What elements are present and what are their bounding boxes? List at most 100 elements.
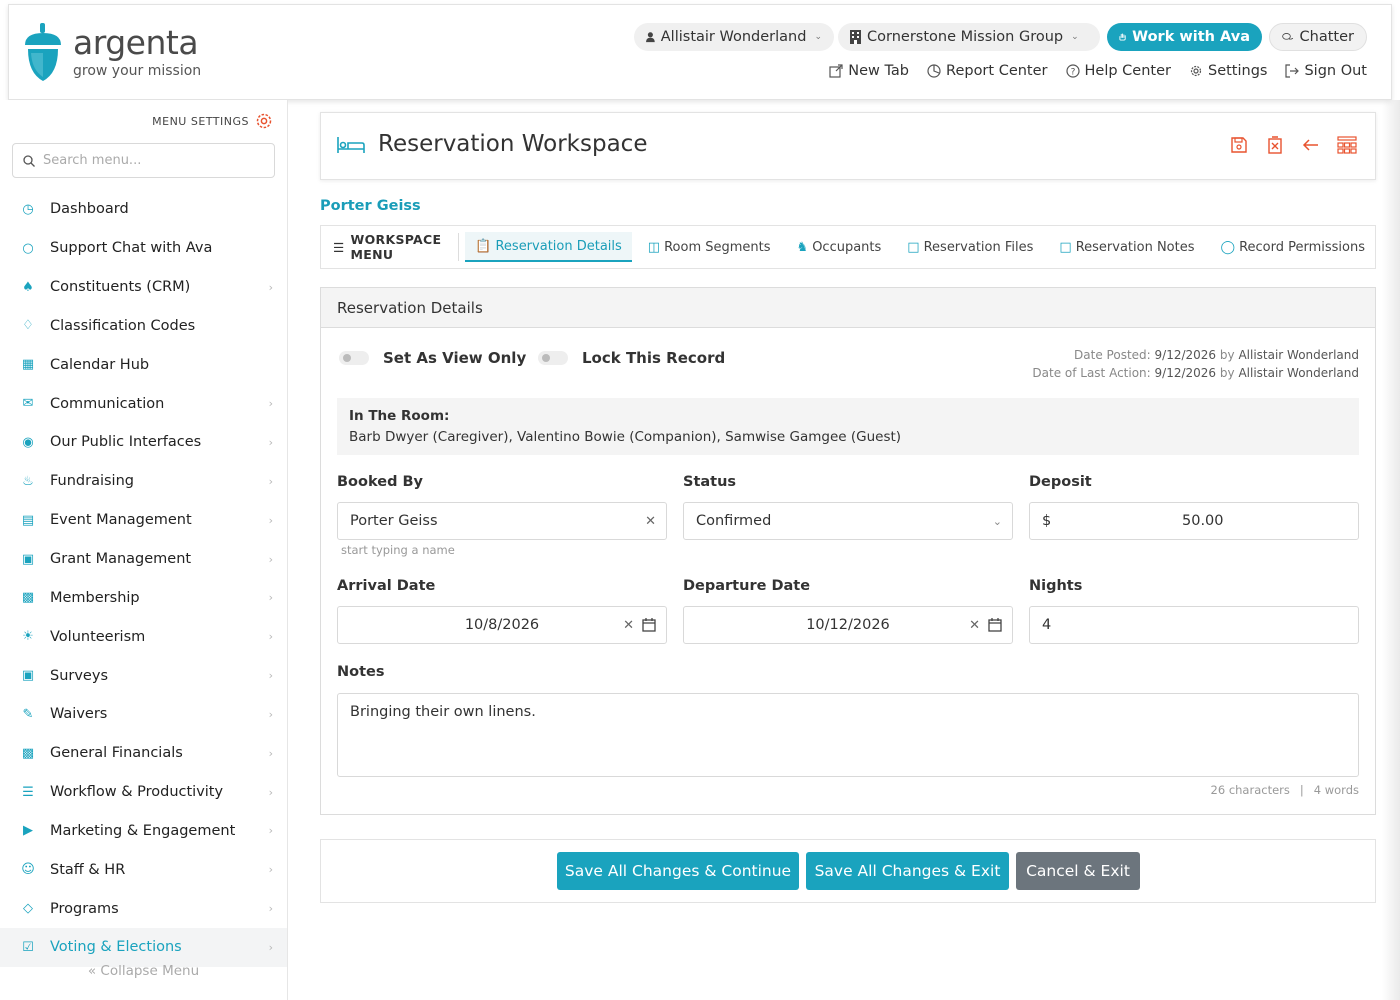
ballot-icon: ☑ [22,939,34,955]
calendar-icon: ▦ [21,357,35,373]
cancel-exit-button[interactable]: Cancel & Exit [1016,852,1140,890]
help-center-link[interactable]: ? Help Center [1065,63,1171,79]
delete-icon[interactable] [1265,135,1285,155]
workspace-menu-toggle[interactable]: ☰ WORKSPACE MENU [333,232,460,262]
clear-icon[interactable]: ✕ [623,618,634,633]
departure-date-input[interactable]: 10/12/2026 ✕ [683,606,1013,644]
chevron-right-icon: › [268,591,273,605]
list-check-icon: ☰ [22,784,34,800]
back-arrow-icon[interactable] [1301,135,1321,155]
sidebar-item-constituents-crm[interactable]: ♠ Constituents (CRM) › [0,268,287,307]
sidebar-item-programs[interactable]: ◇ Programs › [0,889,287,928]
sign-icon: ✎ [22,706,34,722]
new-tab-link[interactable]: New Tab [829,63,909,79]
tab-room-segments[interactable]: ◫ Room Segments [638,232,781,262]
top-header: argenta grow your mission Allistair Wond… [8,4,1392,100]
nights-input[interactable]: 4 [1029,606,1359,644]
reservation-details-card: Reservation Details Set As View Only Loc… [320,287,1376,815]
arrival-date-input[interactable]: 10/8/2026 ✕ [337,606,667,644]
sidebar-item-dashboard[interactable]: ◷ Dashboard [0,190,287,229]
sidebar-item-volunteerism[interactable]: ☀ Volunteerism › [0,617,287,656]
sidebar-item-surveys[interactable]: ▣ Surveys › [0,656,287,695]
view-only-toggle[interactable]: Set As View Only [339,349,526,367]
lock-record-toggle[interactable]: Lock This Record [538,349,725,367]
tab-reservation-files[interactable]: □ Reservation Files [897,232,1043,262]
sidebar-item-marketing-engagement[interactable]: ▶ Marketing & Engagement › [0,812,287,851]
chevron-right-icon: › [268,552,273,566]
org-name: Cornerstone Mission Group [867,29,1064,45]
calendar-icon[interactable] [642,618,656,632]
clear-icon[interactable]: ✕ [969,618,980,633]
top-links: New Tab Report Center ? Help Center Sett… [829,63,1367,79]
menu-search-input[interactable] [43,153,253,168]
acorn-icon [25,23,61,81]
work-with-ava-button[interactable]: Work with Ava [1107,23,1262,51]
sidebar-item-label: Waivers [50,706,108,723]
clipboard-icon: 📋 [475,238,492,254]
sidebar-item-label: Volunteerism [50,628,146,645]
sidebar-item-label: Dashboard [50,201,129,218]
settings-link[interactable]: Settings [1189,63,1267,79]
record-name-link[interactable]: Porter Geiss [320,198,421,214]
chevron-right-icon: › [268,397,273,411]
user-icon [646,32,655,43]
sidebar-item-workflow-productivity[interactable]: ☰ Workflow & Productivity › [0,773,287,812]
menu-settings-link[interactable]: MENU SETTINGS [152,112,273,130]
sidebar-item-voting-elections[interactable]: ☑ Voting & Elections › [0,928,287,967]
workspace-actions [1229,135,1357,155]
sign-out-link[interactable]: Sign Out [1285,63,1367,79]
notes-textarea[interactable]: Bringing their own linens. [337,693,1359,777]
toggle-switch[interactable] [339,351,369,365]
chevron-right-icon: › [268,824,273,838]
gear-icon [256,113,272,129]
tab-reservation-notes[interactable]: □ Reservation Notes [1049,232,1204,262]
grid-menu-icon[interactable] [1337,135,1357,155]
save-continue-button[interactable]: Save All Changes & Continue [557,852,799,890]
status-select[interactable]: Confirmed ⌄ [683,502,1013,540]
chevron-right-icon: › [268,785,273,799]
sidebar-item-support-chat-with-ava[interactable]: ○ Support Chat with Ava [0,229,287,268]
sidebar-item-waivers[interactable]: ✎ Waivers › [0,695,287,734]
tab-record-permissions[interactable]: ◯ Record Permissions [1211,232,1376,262]
menu-search[interactable] [12,143,275,178]
sidebar-item-label: Calendar Hub [50,356,150,373]
sidebar-item-grant-management[interactable]: ▣ Grant Management › [0,540,287,579]
svg-text:?: ? [1070,68,1075,78]
booked-by-input[interactable]: Porter Geiss ✕ [337,502,667,540]
clear-icon[interactable]: ✕ [645,514,656,529]
sidebar-item-communication[interactable]: ✉ Communication › [0,384,287,423]
chatter-button[interactable]: Chatter [1269,23,1367,51]
note-icon: □ [1059,239,1072,255]
sidebar-item-our-public-interfaces[interactable]: ◉ Our Public Interfaces › [0,423,287,462]
grant-icon: ▣ [21,551,35,567]
save-icon[interactable] [1229,135,1249,155]
toggle-switch[interactable] [538,351,568,365]
sidebar-item-staff-hr[interactable]: ☺ Staff & HR › [0,850,287,889]
sidebar-item-fundraising[interactable]: ♨ Fundraising › [0,462,287,501]
chevron-down-icon: ⌄ [814,32,822,42]
org-menu-pill[interactable]: Cornerstone Mission Group ⌄ [838,23,1100,51]
workspace-tabs: ☰ WORKSPACE MENU 📋 Reservation Details ◫… [320,225,1376,269]
hand-coin-icon: ♨ [22,473,34,489]
argenta-logo[interactable]: argenta grow your mission [23,21,223,87]
user-menu-pill[interactable]: Allistair Wonderland ⌄ [634,23,834,51]
user-name: Allistair Wonderland [660,29,807,45]
tab-reservation-details[interactable]: 📋 Reservation Details [465,232,632,262]
calendar-icon[interactable] [988,618,1002,632]
chevron-right-icon: › [268,669,273,683]
lock-icon: ◯ [1220,239,1236,255]
chevron-right-icon: › [268,280,273,294]
collapse-menu-button[interactable]: « Collapse Menu [0,963,287,979]
sidebar-item-calendar-hub[interactable]: ▦ Calendar Hub [0,345,287,384]
sidebar-item-event-management[interactable]: ▤ Event Management › [0,501,287,540]
report-center-link[interactable]: Report Center [927,63,1048,79]
chevron-right-icon: › [268,746,273,760]
sidebar-item-classification-codes[interactable]: ♢ Classification Codes [0,307,287,346]
deposit-input[interactable]: $ 50.00 [1029,502,1359,540]
sidebar-item-general-financials[interactable]: ▩ General Financials › [0,734,287,773]
tab-occupants[interactable]: ♞ Occupants [787,232,892,262]
sidebar-item-membership[interactable]: ▩ Membership › [0,578,287,617]
save-exit-button[interactable]: Save All Changes & Exit [806,852,1009,890]
bed-icon [337,137,365,153]
dashboard-icon: ◷ [22,201,34,217]
